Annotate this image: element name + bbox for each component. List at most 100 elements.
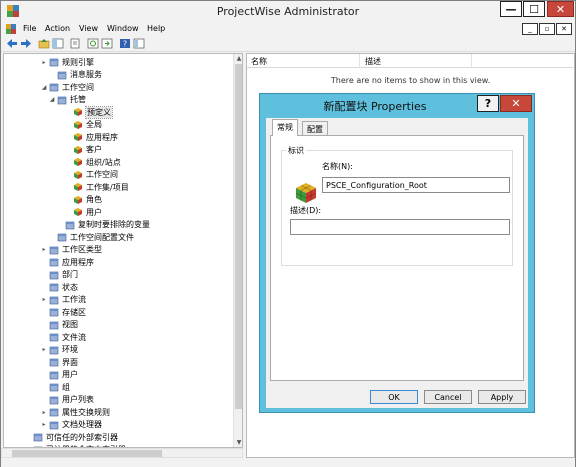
console-tree-icon[interactable]: [133, 38, 145, 49]
identification-group: 标识 名称(N): PSCE_Configuration_Root 描述(D):: [281, 145, 513, 266]
config-block-icon: [74, 195, 82, 204]
tree-item[interactable]: 组织/站点: [64, 156, 121, 168]
tree-item[interactable]: 存储区: [40, 306, 86, 318]
menu-file[interactable]: File: [23, 24, 36, 33]
cancel-button[interactable]: Cancel: [424, 390, 472, 404]
tree-item[interactable]: 应用程序: [64, 131, 118, 143]
tree-item[interactable]: 消息服务: [48, 69, 102, 81]
tree-item[interactable]: ▸ 文档处理器: [40, 419, 102, 431]
tree-item-label: 工作空间配置文件: [70, 232, 134, 242]
application-icon: [49, 258, 59, 267]
tree-item[interactable]: ▸ 工作流: [40, 294, 86, 306]
column-separator[interactable]: [359, 54, 360, 68]
mdi-restore-button[interactable]: ▫: [539, 23, 555, 35]
tree-expander-icon[interactable]: ▸: [40, 59, 48, 66]
minimize-button[interactable]: —: [500, 1, 522, 17]
tree-expander-icon[interactable]: ▸: [40, 421, 48, 428]
tree-item[interactable]: 组: [40, 381, 70, 393]
mdi-minimize-button[interactable]: _: [522, 23, 538, 35]
name-input[interactable]: PSCE_Configuration_Root: [322, 177, 510, 193]
tree-item-label: 复制时要排除的变量: [78, 220, 150, 229]
console-icon[interactable]: [5, 23, 17, 35]
export-list-icon[interactable]: [101, 38, 113, 49]
apply-button[interactable]: Apply: [478, 390, 526, 404]
tree-expander-icon[interactable]: ▸: [40, 346, 48, 353]
forward-arrow-icon[interactable]: [20, 38, 32, 49]
scroll-down-arrow-icon[interactable]: ▼: [234, 438, 242, 447]
help-icon[interactable]: ?: [119, 38, 131, 49]
tree-item-label: 托管: [70, 95, 86, 104]
trusted-indexer-icon: [33, 433, 43, 442]
ok-button[interactable]: OK: [370, 390, 418, 404]
tree-item[interactable]: ▸ 属性交换规则: [40, 406, 110, 418]
tree-expander-icon[interactable]: ◢: [40, 84, 48, 91]
tree-item[interactable]: 可信任的外部索引器: [24, 431, 118, 443]
hscroll-thumb[interactable]: [12, 450, 162, 457]
tree-item[interactable]: 工作集/项目: [64, 181, 129, 193]
tree-item-label: 环境: [62, 345, 78, 354]
tree-item[interactable]: 部门: [40, 269, 78, 281]
properties-icon[interactable]: [69, 38, 81, 49]
column-header-description[interactable]: 描述: [365, 56, 381, 67]
tree-item[interactable]: 角色: [64, 194, 102, 206]
tree-item-label: 客户: [86, 145, 102, 154]
tree-horizontal-scrollbar[interactable]: [1, 448, 243, 458]
description-input[interactable]: [290, 219, 510, 235]
tree-item-label: 视图: [62, 320, 78, 329]
menu-window[interactable]: Window: [107, 24, 139, 33]
up-folder-icon[interactable]: [38, 38, 50, 49]
back-arrow-icon[interactable]: [6, 38, 18, 49]
main-window: ProjectWise Administrator — ☐ ✕ File Act…: [0, 0, 576, 467]
tree-item-label: 组: [62, 382, 70, 392]
tree-vertical-scrollbar[interactable]: ▲ ▼: [233, 54, 242, 447]
tree-item[interactable]: 用户列表: [40, 394, 94, 406]
tree-item[interactable]: 工作空间配置文件: [48, 231, 134, 243]
tree-item[interactable]: 应用程序: [40, 256, 94, 268]
refresh-icon[interactable]: [87, 38, 99, 49]
storage-icon: [49, 308, 59, 317]
tree-item[interactable]: 复制时要排除的变量: [56, 219, 150, 231]
managed-icon: [57, 96, 67, 104]
tree-item[interactable]: 状态: [40, 281, 78, 293]
menu-view[interactable]: View: [79, 24, 98, 33]
close-button[interactable]: ✕: [547, 1, 574, 17]
column-header-name[interactable]: 名称: [251, 56, 267, 67]
tab-general[interactable]: 常规: [272, 119, 298, 136]
menu-help[interactable]: Help: [147, 24, 165, 33]
group-title: 标识: [286, 145, 306, 156]
maximize-button[interactable]: ☐: [523, 1, 545, 17]
tree-item[interactable]: 视图: [40, 319, 78, 331]
navigation-tree[interactable]: ▸ 规则引擎 消息服务 ◢ 工作空间 ◢ 托管 预定义 全局 应用程序 客户 组织/站点 工作空间 工作集…: [3, 53, 243, 448]
tree-item[interactable]: 文件流: [40, 331, 86, 343]
tree-item[interactable]: 用户: [40, 369, 78, 381]
tree-item[interactable]: 用户: [64, 206, 102, 218]
tree-expander-icon[interactable]: ▸: [40, 246, 48, 253]
tree-item[interactable]: ▸ 工作区类型: [40, 244, 102, 256]
tree-expander-icon[interactable]: ▸: [40, 296, 48, 303]
vscroll-thumb[interactable]: [235, 64, 242, 409]
tree-item[interactable]: ▸ 环境: [40, 344, 78, 356]
tree-item-label: 状态: [62, 282, 78, 292]
tree-item[interactable]: ◢ 工作空间: [40, 81, 94, 93]
tree-item-label: 应用程序: [86, 132, 118, 142]
tree-item[interactable]: ◢ 托管: [48, 94, 86, 106]
tree-item-label: 工作流: [62, 295, 86, 304]
column-separator[interactable]: [471, 54, 472, 68]
dialog-help-button[interactable]: ?: [477, 95, 499, 112]
menu-action[interactable]: Action: [45, 24, 70, 33]
dialog-close-button[interactable]: ✕: [500, 95, 532, 112]
tree-item[interactable]: 工作空间: [64, 169, 118, 181]
mdi-close-button[interactable]: ✕: [556, 23, 572, 35]
scroll-up-arrow-icon[interactable]: ▲: [234, 54, 242, 63]
tree-expander-icon[interactable]: ◢: [48, 96, 56, 103]
tab-configuration[interactable]: 配置: [302, 121, 328, 135]
tree-item[interactable]: 界面: [40, 356, 78, 368]
tree-item[interactable]: 预定义: [64, 105, 113, 119]
title-bar[interactable]: ProjectWise Administrator — ☐ ✕: [1, 1, 575, 22]
empty-list-message: There are no items to show in this view.: [330, 76, 491, 85]
show-tree-icon[interactable]: [52, 38, 64, 49]
tree-item[interactable]: 客户: [64, 144, 102, 156]
tree-expander-icon[interactable]: ▸: [40, 409, 48, 416]
tree-item[interactable]: ▸ 规则引擎: [40, 56, 94, 68]
tree-item[interactable]: 全局: [64, 119, 102, 131]
